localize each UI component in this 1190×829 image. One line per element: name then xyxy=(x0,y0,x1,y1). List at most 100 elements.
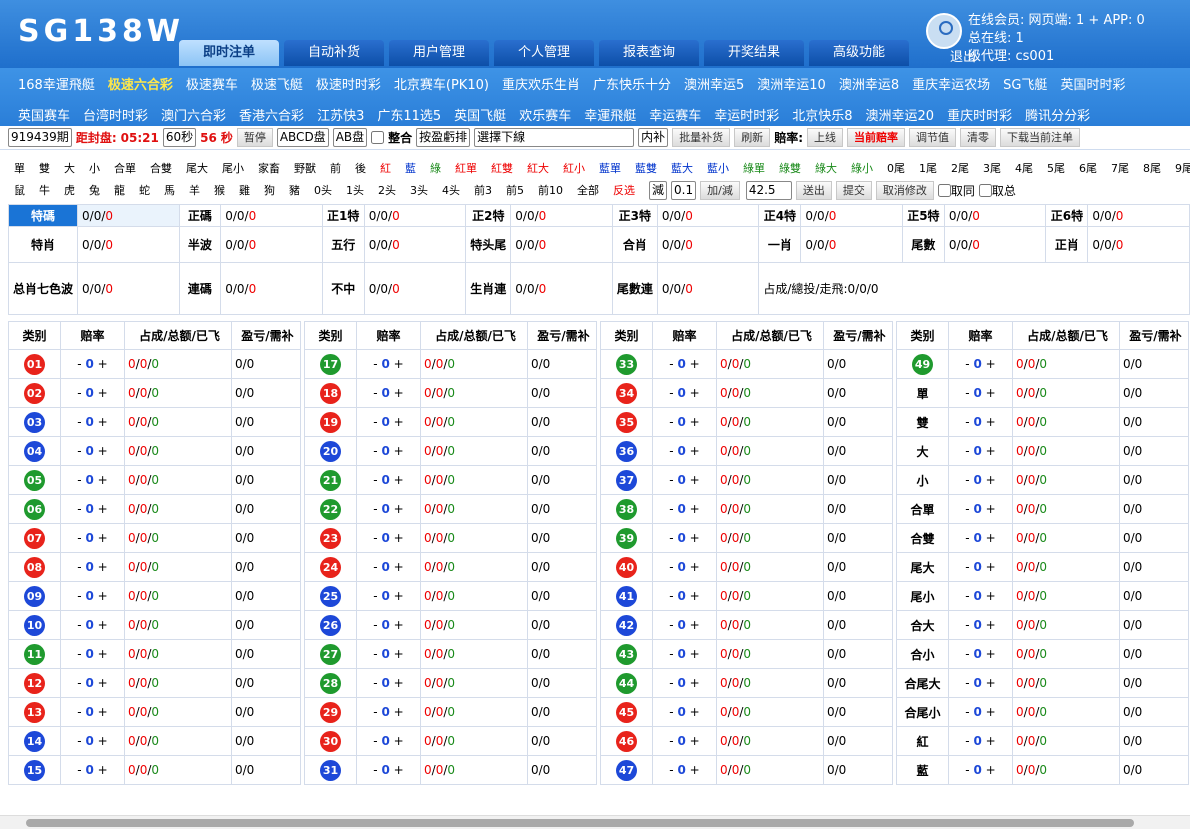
plus-button[interactable]: + xyxy=(390,705,404,719)
quick-option[interactable]: 綠雙 xyxy=(779,160,801,176)
plus-button[interactable]: + xyxy=(686,676,700,690)
quick-option[interactable]: 尾大 xyxy=(186,160,208,176)
plus-button[interactable]: + xyxy=(390,763,404,777)
category-cell[interactable]: 合大 xyxy=(896,610,949,640)
summary-key[interactable]: 正5特 xyxy=(901,204,945,227)
plus-button[interactable]: + xyxy=(390,560,404,574)
category-cell[interactable]: 28 xyxy=(304,668,357,698)
fill-select[interactable]: 内补 xyxy=(638,128,669,147)
quick-option[interactable]: 羊 xyxy=(189,182,200,198)
category-cell[interactable]: 18 xyxy=(304,378,357,408)
plus-button[interactable]: + xyxy=(94,560,108,574)
plus-button[interactable]: + xyxy=(982,560,996,574)
category-cell[interactable]: 08 xyxy=(8,552,61,582)
quick-option[interactable]: 虎 xyxy=(64,182,75,198)
category-cell[interactable]: 38 xyxy=(600,494,653,524)
op-select[interactable]: 減 xyxy=(649,180,668,200)
summary-key[interactable]: 生肖連 xyxy=(465,262,512,315)
category-cell[interactable]: 29 xyxy=(304,697,357,727)
submit-button[interactable]: 提交 xyxy=(835,180,872,200)
plus-button[interactable]: + xyxy=(982,618,996,632)
summary-key[interactable]: 一肖 xyxy=(758,226,802,263)
plus-button[interactable]: + xyxy=(390,676,404,690)
category-cell[interactable]: 46 xyxy=(600,726,653,756)
plus-button[interactable]: + xyxy=(982,444,996,458)
quick-option[interactable]: 雞 xyxy=(239,182,250,198)
tab-6[interactable]: 高级功能 xyxy=(809,40,909,66)
plus-button[interactable]: + xyxy=(390,647,404,661)
quick-option[interactable]: 合雙 xyxy=(150,160,172,176)
out-button[interactable]: 送出 xyxy=(795,180,832,200)
category-cell[interactable]: 22 xyxy=(304,494,357,524)
lottery-item[interactable]: 腾讯分分彩 xyxy=(1025,105,1090,124)
batch-fill-button[interactable]: 批量补货 xyxy=(672,128,731,147)
category-cell[interactable]: 39 xyxy=(600,523,653,553)
quick-option[interactable]: 家畜 xyxy=(258,160,280,176)
plate-select[interactable]: ABCD盘 xyxy=(276,128,329,147)
category-cell[interactable]: 合尾小 xyxy=(896,697,949,727)
category-cell[interactable]: 藍 xyxy=(896,755,949,785)
category-cell[interactable]: 14 xyxy=(8,726,61,756)
plus-button[interactable]: + xyxy=(94,357,108,371)
category-cell[interactable]: 小 xyxy=(896,465,949,495)
quick-option[interactable]: 雙 xyxy=(39,160,50,176)
lottery-item[interactable]: 极速时时彩 xyxy=(316,74,381,93)
lottery-item[interactable]: 台湾时时彩 xyxy=(83,105,148,124)
quick-option[interactable]: 0尾 xyxy=(887,160,905,176)
plus-button[interactable]: + xyxy=(94,676,108,690)
summary-key[interactable]: 不中 xyxy=(321,262,365,315)
lottery-item[interactable]: 澳洲幸运10 xyxy=(757,74,826,93)
plus-button[interactable]: + xyxy=(94,589,108,603)
lottery-item[interactable]: 广东快乐十分 xyxy=(593,74,671,93)
plus-button[interactable]: + xyxy=(686,734,700,748)
plus-button[interactable]: + xyxy=(390,531,404,545)
plus-button[interactable]: + xyxy=(390,415,404,429)
category-cell[interactable]: 02 xyxy=(8,378,61,408)
lottery-item[interactable]: SG飞艇 xyxy=(1003,74,1047,93)
quick-option[interactable]: 紅雙 xyxy=(491,160,513,176)
summary-key[interactable]: 正4特 xyxy=(758,204,802,227)
online-odds-button[interactable]: 上线 xyxy=(807,128,843,147)
lottery-item[interactable]: 幸运赛车 xyxy=(649,105,701,124)
category-cell[interactable]: 合尾大 xyxy=(896,668,949,698)
summary-key[interactable]: 正肖 xyxy=(1045,226,1089,263)
quick-option[interactable]: 3头 xyxy=(410,182,428,198)
quick-option[interactable]: 綠 xyxy=(430,160,441,176)
scrollbar-thumb[interactable] xyxy=(26,819,1134,827)
category-cell[interactable]: 尾小 xyxy=(896,581,949,611)
quick-option[interactable]: 豬 xyxy=(289,182,300,198)
tab-3[interactable]: 个人管理 xyxy=(494,40,594,66)
category-cell[interactable]: 42 xyxy=(600,610,653,640)
summary-key[interactable]: 合肖 xyxy=(611,226,658,263)
category-cell[interactable]: 26 xyxy=(304,610,357,640)
category-cell[interactable]: 大 xyxy=(896,436,949,466)
quick-option[interactable]: 4尾 xyxy=(1015,160,1033,176)
category-cell[interactable]: 31 xyxy=(304,755,357,785)
summary-key[interactable]: 正6特 xyxy=(1045,204,1089,227)
quick-option[interactable]: 1头 xyxy=(346,182,364,198)
quick-option[interactable]: 前3 xyxy=(474,182,492,198)
lottery-item[interactable]: 重庆时时彩 xyxy=(947,105,1012,124)
tab-0[interactable]: 即时注单 xyxy=(179,40,279,66)
summary-key[interactable]: 总肖七色波 xyxy=(7,262,79,315)
lottery-item[interactable]: 江苏快3 xyxy=(317,105,364,124)
plus-button[interactable]: + xyxy=(686,415,700,429)
lottery-item[interactable]: 重庆幸运农场 xyxy=(912,74,990,93)
download-button[interactable]: 下载当前注单 xyxy=(1000,128,1080,147)
plus-button[interactable]: + xyxy=(94,502,108,516)
category-cell[interactable]: 03 xyxy=(8,407,61,437)
quick-option[interactable]: 牛 xyxy=(39,182,50,198)
lottery-item[interactable]: 北京快乐8 xyxy=(792,105,852,124)
merge-checkbox[interactable] xyxy=(371,131,385,144)
lottery-item[interactable]: 极速赛车 xyxy=(186,74,238,93)
plus-button[interactable]: + xyxy=(982,589,996,603)
plus-button[interactable]: + xyxy=(390,473,404,487)
category-cell[interactable]: 17 xyxy=(304,349,357,379)
category-cell[interactable]: 20 xyxy=(304,436,357,466)
category-cell[interactable]: 30 xyxy=(304,726,357,756)
plus-button[interactable]: + xyxy=(686,386,700,400)
quick-option[interactable]: 藍 xyxy=(405,160,416,176)
quick-option[interactable]: 狗 xyxy=(264,182,275,198)
plate2-select[interactable]: AB盘 xyxy=(332,128,368,147)
category-cell[interactable]: 合雙 xyxy=(896,523,949,553)
